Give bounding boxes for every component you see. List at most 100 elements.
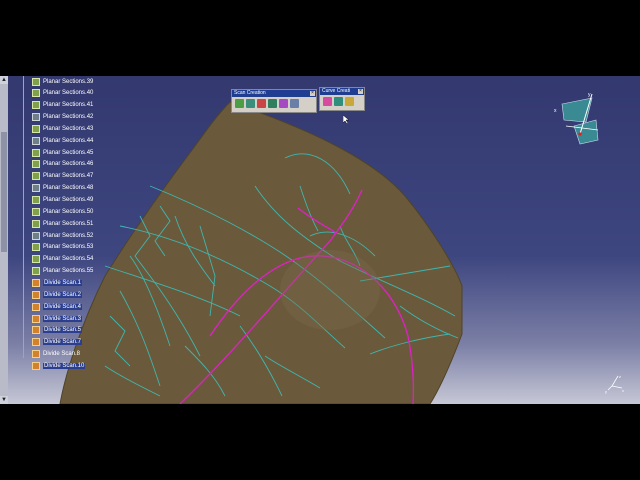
- planar-section-icon: [32, 243, 40, 252]
- curve-creation-toolbar[interactable]: Curve Creati ×: [319, 87, 365, 111]
- tree-item-label: Divide Scan.4: [43, 303, 83, 310]
- tree-item-label: Planar Sections.53: [43, 244, 94, 251]
- axis-triad-icon: z x y: [605, 374, 624, 394]
- close-icon[interactable]: ×: [358, 89, 363, 94]
- tree-item[interactable]: Divide Scan.8: [32, 349, 80, 360]
- tree-item[interactable]: Planar Sections.42: [32, 112, 93, 123]
- tree-item-label: Planar Sections.44: [43, 137, 94, 144]
- planar-section-icon: [32, 148, 40, 157]
- tree-item-label: Planar Sections.50: [43, 208, 94, 215]
- tree-item-label: Planar Sections.51: [43, 220, 94, 227]
- tree-item-label: Divide Scan.1: [43, 279, 83, 286]
- tree-item-label: Divide Scan.3: [43, 315, 83, 322]
- tree-item[interactable]: Planar Sections.44: [32, 135, 93, 146]
- tree-item-label: Divide Scan.10: [43, 362, 86, 369]
- tree-item[interactable]: Planar Sections.55: [32, 266, 93, 277]
- tree-item-label: Planar Sections.40: [43, 90, 94, 97]
- planar-section-icon: [32, 267, 40, 276]
- planar-section-icon: [32, 184, 40, 193]
- tree-item[interactable]: Planar Sections.41: [32, 100, 93, 111]
- axis-z-label: z: [619, 374, 621, 379]
- tree-item-label: Divide Scan.8: [43, 351, 81, 358]
- free-edge-icon[interactable]: [268, 99, 277, 108]
- surface-bump: [280, 250, 380, 330]
- planar-section-icon: [32, 207, 40, 216]
- tree-item[interactable]: Divide Scan.5: [32, 325, 83, 336]
- tree-item-label: Planar Sections.43: [43, 125, 94, 132]
- toolbar-title-text: Scan Creation: [234, 90, 266, 96]
- curve-projection-icon[interactable]: [279, 99, 288, 108]
- divide-scan-icon: [32, 350, 40, 359]
- tree-item[interactable]: Planar Sections.51: [32, 218, 93, 229]
- tree-item[interactable]: Planar Sections.50: [32, 206, 93, 217]
- scan-creation-toolbar[interactable]: Scan Creation ×: [231, 89, 317, 113]
- toolbar-title: Curve Creati ×: [320, 88, 364, 95]
- tree-item-label: Divide Scan.2: [43, 291, 83, 298]
- planar-section-icon: [32, 136, 40, 145]
- tree-item-label: Planar Sections.47: [43, 173, 94, 180]
- tree-item-label: Planar Sections.39: [43, 78, 94, 85]
- scan-on-cloud-icon[interactable]: [257, 99, 266, 108]
- toolbar-title: Scan Creation ×: [232, 90, 316, 97]
- scanned-surface[interactable]: [59, 101, 463, 404]
- planar-section-icon: [32, 160, 40, 169]
- tree-item-label: Planar Sections.55: [43, 268, 94, 275]
- scan-model[interactable]: [0, 76, 640, 404]
- scroll-thumb[interactable]: [1, 132, 7, 252]
- tree-item-label: Planar Sections.49: [43, 197, 94, 203]
- tree-item[interactable]: Planar Sections.48: [32, 183, 93, 194]
- divide-scan-icon: [32, 302, 40, 311]
- tree-item[interactable]: Divide Scan.1: [32, 277, 83, 288]
- planar-section-icon: [32, 77, 40, 86]
- tree-connector-line: [23, 76, 24, 358]
- sketch-on-scan-icon[interactable]: [235, 99, 244, 108]
- planar-section-icon: [32, 219, 40, 228]
- planar-section-icon: [32, 196, 40, 204]
- tree-item-label: Planar Sections.48: [43, 185, 94, 192]
- 3d-curve-icon[interactable]: [323, 97, 332, 106]
- tree-item-label: Divide Scan.7: [43, 339, 83, 346]
- tree-item[interactable]: Planar Sections.40: [32, 88, 93, 99]
- tree-item-label: Divide Scan.5: [43, 327, 83, 334]
- planar-section-icon: [32, 89, 40, 98]
- tree-item-label: Planar Sections.45: [43, 149, 94, 156]
- tree-item[interactable]: Divide Scan.3: [32, 313, 83, 324]
- tree-item[interactable]: Divide Scan.4: [32, 301, 83, 312]
- tree-item[interactable]: Divide Scan.2: [32, 289, 83, 300]
- planar-section-icon: [32, 113, 40, 122]
- compass-x-label: x: [554, 108, 557, 114]
- tree-item[interactable]: Divide Scan.7: [32, 337, 83, 348]
- divide-scan-icon: [32, 290, 40, 299]
- 3d-viewport[interactable]: ▲ ▼ Planar Sections.39 Planar Sections.40…: [0, 76, 640, 404]
- planar-sections-icon[interactable]: [246, 99, 255, 108]
- planar-section-icon: [32, 255, 40, 264]
- split-scan-icon[interactable]: [290, 99, 299, 108]
- scroll-up-icon[interactable]: ▲: [0, 76, 8, 84]
- planar-section-icon: [32, 172, 40, 181]
- divide-scan-icon: [32, 278, 40, 287]
- tree-item[interactable]: Planar Sections.52: [32, 230, 93, 241]
- mouse-cursor-icon: [343, 115, 350, 125]
- curve-on-cloud-icon[interactable]: [334, 97, 343, 106]
- tree-item[interactable]: Planar Sections.47: [32, 171, 93, 182]
- tree-item[interactable]: Planar Sections.45: [32, 147, 93, 158]
- tree-item-label: Planar Sections.42: [43, 114, 94, 121]
- blend-curve-icon[interactable]: [345, 97, 354, 106]
- tree-item[interactable]: Planar Sections.49: [32, 195, 93, 206]
- tree-item[interactable]: Divide Scan.10: [32, 360, 86, 371]
- scroll-down-icon[interactable]: ▼: [0, 396, 8, 404]
- tree-item-label: Planar Sections.54: [43, 256, 94, 263]
- planar-section-icon: [32, 231, 40, 240]
- tree-item[interactable]: Planar Sections.53: [32, 242, 93, 253]
- tree-scrollbar[interactable]: ▲ ▼: [0, 76, 8, 404]
- planar-section-icon: [32, 101, 40, 110]
- tree-item[interactable]: Planar Sections.54: [32, 254, 93, 265]
- close-icon[interactable]: ×: [310, 91, 315, 96]
- tree-item[interactable]: Planar Sections.46: [32, 159, 93, 170]
- tree-item[interactable]: Planar Sections.43: [32, 123, 93, 134]
- tree-item-label: Planar Sections.46: [43, 161, 94, 168]
- tree-item[interactable]: Planar Sections.39: [32, 76, 93, 87]
- divide-scan-icon: [32, 314, 40, 323]
- axis-y-label: y: [605, 389, 607, 394]
- compass-icon[interactable]: x y: [552, 90, 608, 146]
